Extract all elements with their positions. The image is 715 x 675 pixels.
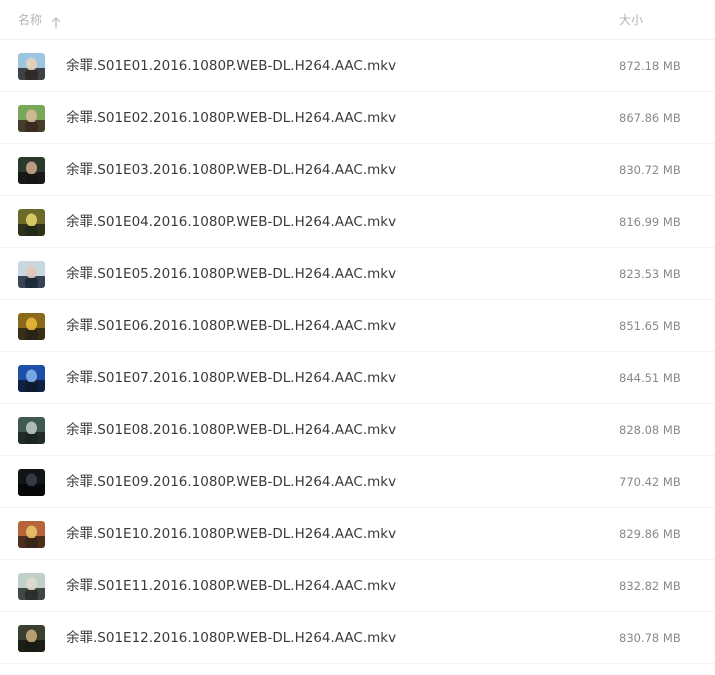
- file-name[interactable]: 余罪.S01E04.2016.1080P.WEB-DL.H264.AAC.mkv: [66, 213, 396, 231]
- file-row[interactable]: 余罪.S01E06.2016.1080P.WEB-DL.H264.AAC.mkv…: [0, 300, 715, 352]
- file-size: 828.08 MB: [619, 423, 681, 437]
- size-column-header[interactable]: 大小: [619, 12, 643, 28]
- file-rows: 余罪.S01E01.2016.1080P.WEB-DL.H264.AAC.mkv…: [0, 40, 715, 664]
- file-name[interactable]: 余罪.S01E09.2016.1080P.WEB-DL.H264.AAC.mkv: [66, 473, 396, 491]
- file-size: 832.82 MB: [619, 579, 681, 593]
- video-thumbnail: [18, 261, 45, 288]
- file-size: 829.86 MB: [619, 527, 681, 541]
- file-row[interactable]: 余罪.S01E05.2016.1080P.WEB-DL.H264.AAC.mkv…: [0, 248, 715, 300]
- name-column-label: 名称: [18, 13, 43, 27]
- file-row[interactable]: 余罪.S01E10.2016.1080P.WEB-DL.H264.AAC.mkv…: [0, 508, 715, 560]
- file-size: 872.18 MB: [619, 59, 681, 73]
- file-name[interactable]: 余罪.S01E02.2016.1080P.WEB-DL.H264.AAC.mkv: [66, 109, 396, 127]
- file-row[interactable]: 余罪.S01E03.2016.1080P.WEB-DL.H264.AAC.mkv…: [0, 144, 715, 196]
- video-thumbnail: [18, 469, 45, 496]
- file-row[interactable]: 余罪.S01E02.2016.1080P.WEB-DL.H264.AAC.mkv…: [0, 92, 715, 144]
- file-name[interactable]: 余罪.S01E07.2016.1080P.WEB-DL.H264.AAC.mkv: [66, 369, 396, 387]
- file-row[interactable]: 余罪.S01E12.2016.1080P.WEB-DL.H264.AAC.mkv…: [0, 612, 715, 664]
- file-name[interactable]: 余罪.S01E01.2016.1080P.WEB-DL.H264.AAC.mkv: [66, 57, 396, 75]
- name-column-header[interactable]: 名称: [18, 12, 61, 29]
- video-thumbnail: [18, 313, 45, 340]
- file-name[interactable]: 余罪.S01E10.2016.1080P.WEB-DL.H264.AAC.mkv: [66, 525, 396, 543]
- file-size: 867.86 MB: [619, 111, 681, 125]
- file-size: 816.99 MB: [619, 215, 681, 229]
- video-thumbnail: [18, 365, 45, 392]
- file-size: 770.42 MB: [619, 475, 681, 489]
- file-name[interactable]: 余罪.S01E08.2016.1080P.WEB-DL.H264.AAC.mkv: [66, 421, 396, 439]
- video-thumbnail: [18, 53, 45, 80]
- file-name[interactable]: 余罪.S01E03.2016.1080P.WEB-DL.H264.AAC.mkv: [66, 161, 396, 179]
- file-size: 823.53 MB: [619, 267, 681, 281]
- video-thumbnail: [18, 105, 45, 132]
- file-name[interactable]: 余罪.S01E11.2016.1080P.WEB-DL.H264.AAC.mkv: [66, 577, 396, 595]
- video-thumbnail: [18, 417, 45, 444]
- file-name[interactable]: 余罪.S01E06.2016.1080P.WEB-DL.H264.AAC.mkv: [66, 317, 396, 335]
- file-size: 830.72 MB: [619, 163, 681, 177]
- file-name[interactable]: 余罪.S01E12.2016.1080P.WEB-DL.H264.AAC.mkv: [66, 629, 396, 647]
- video-thumbnail: [18, 625, 45, 652]
- file-row[interactable]: 余罪.S01E09.2016.1080P.WEB-DL.H264.AAC.mkv…: [0, 456, 715, 508]
- video-thumbnail: [18, 521, 45, 548]
- file-size: 844.51 MB: [619, 371, 681, 385]
- file-row[interactable]: 余罪.S01E01.2016.1080P.WEB-DL.H264.AAC.mkv…: [0, 40, 715, 92]
- file-name[interactable]: 余罪.S01E05.2016.1080P.WEB-DL.H264.AAC.mkv: [66, 265, 396, 283]
- file-row[interactable]: 余罪.S01E11.2016.1080P.WEB-DL.H264.AAC.mkv…: [0, 560, 715, 612]
- video-thumbnail: [18, 209, 45, 236]
- video-thumbnail: [18, 573, 45, 600]
- video-thumbnail: [18, 157, 45, 184]
- file-size: 830.78 MB: [619, 631, 681, 645]
- file-row[interactable]: 余罪.S01E04.2016.1080P.WEB-DL.H264.AAC.mkv…: [0, 196, 715, 248]
- file-list: 名称 大小 余罪.S01E01.2016.1080P.WEB-DL.H264.A…: [0, 0, 715, 675]
- file-size: 851.65 MB: [619, 319, 681, 333]
- list-header: 名称 大小: [0, 0, 715, 40]
- file-row[interactable]: 余罪.S01E07.2016.1080P.WEB-DL.H264.AAC.mkv…: [0, 352, 715, 404]
- arrow-up-icon: [51, 14, 61, 29]
- file-row[interactable]: 余罪.S01E08.2016.1080P.WEB-DL.H264.AAC.mkv…: [0, 404, 715, 456]
